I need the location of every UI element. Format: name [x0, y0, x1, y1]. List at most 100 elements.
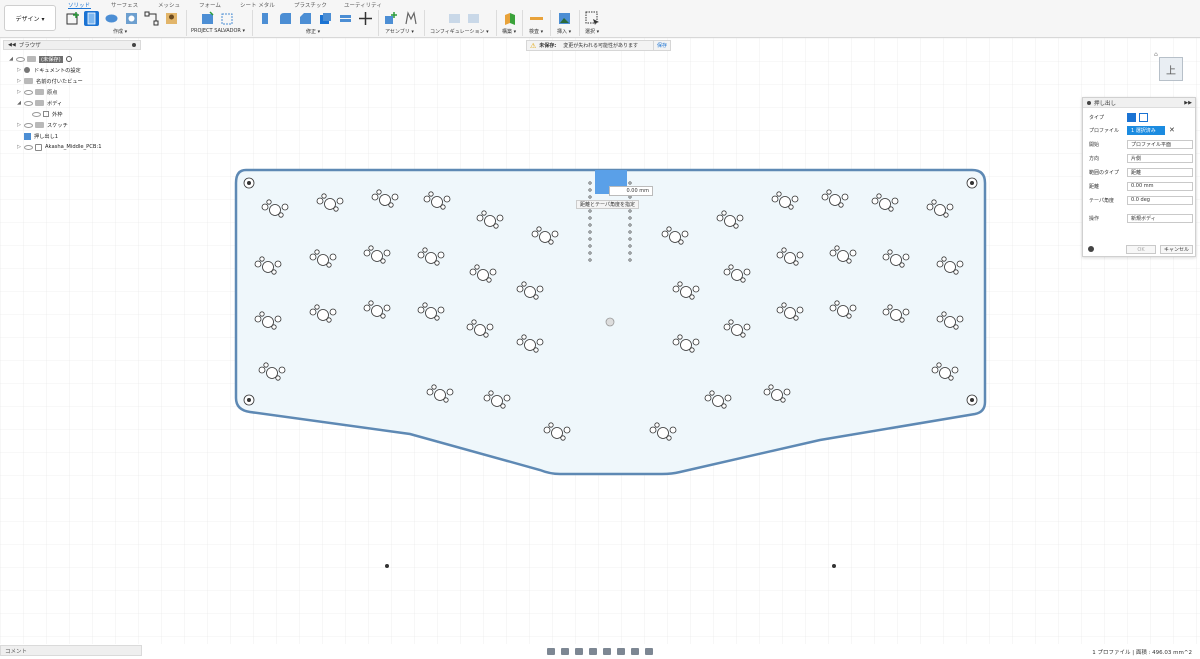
- salvador-icon[interactable]: [200, 11, 215, 26]
- tab-sheet-metal[interactable]: シート メタル: [240, 1, 275, 9]
- revolve-icon[interactable]: [104, 11, 119, 26]
- move-icon[interactable]: [358, 11, 373, 26]
- viewports-icon[interactable]: [645, 647, 653, 655]
- comment-bar[interactable]: コメント: [0, 645, 142, 656]
- pin-icon[interactable]: [132, 43, 136, 47]
- measure-icon[interactable]: [529, 11, 544, 26]
- tab-mesh[interactable]: メッシュ: [158, 1, 180, 9]
- tree-item-document-settings[interactable]: ▷ ドキュメントの設定: [16, 65, 81, 75]
- extrude-dialog-header[interactable]: 押し出し ▶▶: [1083, 98, 1195, 108]
- offset-plane-icon[interactable]: [502, 11, 517, 26]
- chamfer-icon[interactable]: [298, 11, 313, 26]
- pattern-icon[interactable]: [144, 11, 159, 26]
- fusion-icon[interactable]: [164, 11, 179, 26]
- tree-item-outer-frame[interactable]: 外枠: [30, 109, 62, 119]
- extrude-icon[interactable]: [84, 11, 99, 26]
- switch-hole: [333, 206, 339, 212]
- collapse-icon[interactable]: ◀◀: [8, 42, 16, 48]
- expand-icon[interactable]: ◢: [16, 100, 22, 106]
- expand-icon[interactable]: ◢: [8, 56, 14, 62]
- joint-icon[interactable]: [403, 11, 418, 26]
- orbit-icon[interactable]: [547, 647, 555, 655]
- visibility-icon[interactable]: [16, 56, 25, 62]
- group-modify-label[interactable]: 修正 ▾: [306, 28, 320, 35]
- type-solid-icon[interactable]: [1127, 112, 1136, 122]
- save-button[interactable]: 保存: [652, 41, 670, 50]
- type-thin-icon[interactable]: [1139, 112, 1148, 122]
- taper-input[interactable]: 0.0 deg: [1127, 195, 1193, 205]
- profile-select[interactable]: 1 選択済み: [1127, 125, 1165, 135]
- tree-item-sketches[interactable]: ▷ スケッチ: [16, 120, 68, 130]
- shell-icon[interactable]: [318, 11, 333, 26]
- extent-select[interactable]: 距離: [1127, 167, 1193, 177]
- tab-surface[interactable]: サーフェス: [111, 1, 138, 9]
- visibility-icon[interactable]: [24, 89, 33, 95]
- tab-form[interactable]: フォーム: [199, 1, 221, 9]
- fit-icon[interactable]: [603, 647, 611, 655]
- direction-select[interactable]: 片側: [1127, 153, 1193, 163]
- tree-item-bodies[interactable]: ◢ ボディ: [16, 98, 62, 108]
- clear-selection-icon[interactable]: ✕: [1169, 126, 1175, 134]
- tree-item-pcb-component[interactable]: ▷ Akasha_Middle_PCB:1: [16, 142, 102, 152]
- switch-hole: [437, 306, 445, 314]
- switch-hole: [388, 202, 394, 208]
- expand-icon[interactable]: ▷: [16, 144, 22, 150]
- distance-input[interactable]: 0.00 mm: [1127, 181, 1193, 191]
- configure-icon[interactable]: [447, 11, 462, 26]
- expand-icon[interactable]: ▷: [16, 78, 22, 84]
- switch-hole: [887, 304, 893, 310]
- pan-icon[interactable]: [575, 647, 583, 655]
- zoom-icon[interactable]: [589, 647, 597, 655]
- create-sketch-icon[interactable]: [65, 11, 80, 26]
- visibility-icon[interactable]: [24, 144, 33, 150]
- group-inspect-label[interactable]: 検査 ▾: [529, 28, 543, 35]
- group-construct-label[interactable]: 構築 ▾: [502, 28, 516, 35]
- visibility-icon[interactable]: [24, 100, 33, 106]
- select-icon[interactable]: [585, 11, 600, 26]
- group-select-label[interactable]: 選択 ▾: [585, 28, 599, 35]
- expand-icon[interactable]: ▷: [16, 67, 22, 73]
- group-configure-label[interactable]: コンフィギュレーション ▾: [430, 28, 489, 35]
- browser-panel: ◀◀ ブラウザ ◢ (未保存) ▷ ドキュメントの設定 ▷ 名前の付いたビュー …: [0, 40, 142, 158]
- active-radio-icon[interactable]: [65, 56, 72, 62]
- design-canvas[interactable]: 0.00 mm 距離とテーパ角度を指定: [0, 38, 1200, 644]
- group-salvador-label[interactable]: PROJECT SALVADOR ▾: [191, 28, 245, 34]
- salvador-sketch-icon[interactable]: [220, 11, 235, 26]
- tree-item-named-views[interactable]: ▷ 名前の付いたビュー: [16, 76, 83, 86]
- viewcube-top-face[interactable]: 上: [1159, 57, 1183, 81]
- operation-select[interactable]: 新規ボディ: [1127, 213, 1193, 223]
- expand-dialog-icon[interactable]: ▶▶: [1184, 100, 1192, 106]
- cancel-button[interactable]: キャンセル: [1160, 245, 1193, 254]
- new-component-icon[interactable]: [383, 11, 398, 26]
- insert-image-icon[interactable]: [557, 11, 572, 26]
- group-assembly-label[interactable]: アセンブリ ▾: [385, 28, 414, 35]
- workspace-switcher[interactable]: デザイン ▾: [4, 5, 56, 31]
- group-insert-label[interactable]: 挿入 ▾: [557, 28, 571, 35]
- tree-item-extrude1[interactable]: 押し出し1: [24, 131, 58, 141]
- configure-table-icon[interactable]: [466, 11, 481, 26]
- hole-icon[interactable]: [124, 11, 139, 26]
- display-settings-icon[interactable]: [617, 647, 625, 655]
- viewcube[interactable]: 上 ⌂: [1154, 51, 1186, 85]
- grid-settings-icon[interactable]: [631, 647, 639, 655]
- look-at-icon[interactable]: [561, 647, 569, 655]
- fillet-icon[interactable]: [278, 11, 293, 26]
- browser-header[interactable]: ◀◀ ブラウザ: [3, 40, 141, 50]
- group-create-label[interactable]: 作成 ▾: [113, 28, 127, 35]
- expand-icon[interactable]: ▷: [16, 89, 22, 95]
- expand-icon[interactable]: ▷: [16, 122, 22, 128]
- home-icon[interactable]: ⌂: [1154, 51, 1158, 58]
- tree-item-root[interactable]: ◢ (未保存): [8, 54, 72, 64]
- tab-utility[interactable]: ユーティリティ: [344, 1, 382, 9]
- press-pull-icon[interactable]: [258, 11, 273, 26]
- tree-item-origin[interactable]: ▷ 原点: [16, 87, 57, 97]
- visibility-icon[interactable]: [24, 122, 33, 128]
- tab-plastic[interactable]: プラスチック: [294, 1, 327, 9]
- dimension-input[interactable]: 0.00 mm: [609, 186, 653, 196]
- start-select[interactable]: プロファイル平面: [1127, 139, 1193, 149]
- info-icon[interactable]: [1088, 246, 1094, 252]
- visibility-icon[interactable]: [32, 111, 41, 117]
- switch-hole: [793, 315, 799, 321]
- ok-button[interactable]: OK: [1126, 245, 1156, 254]
- combine-icon[interactable]: [338, 11, 353, 26]
